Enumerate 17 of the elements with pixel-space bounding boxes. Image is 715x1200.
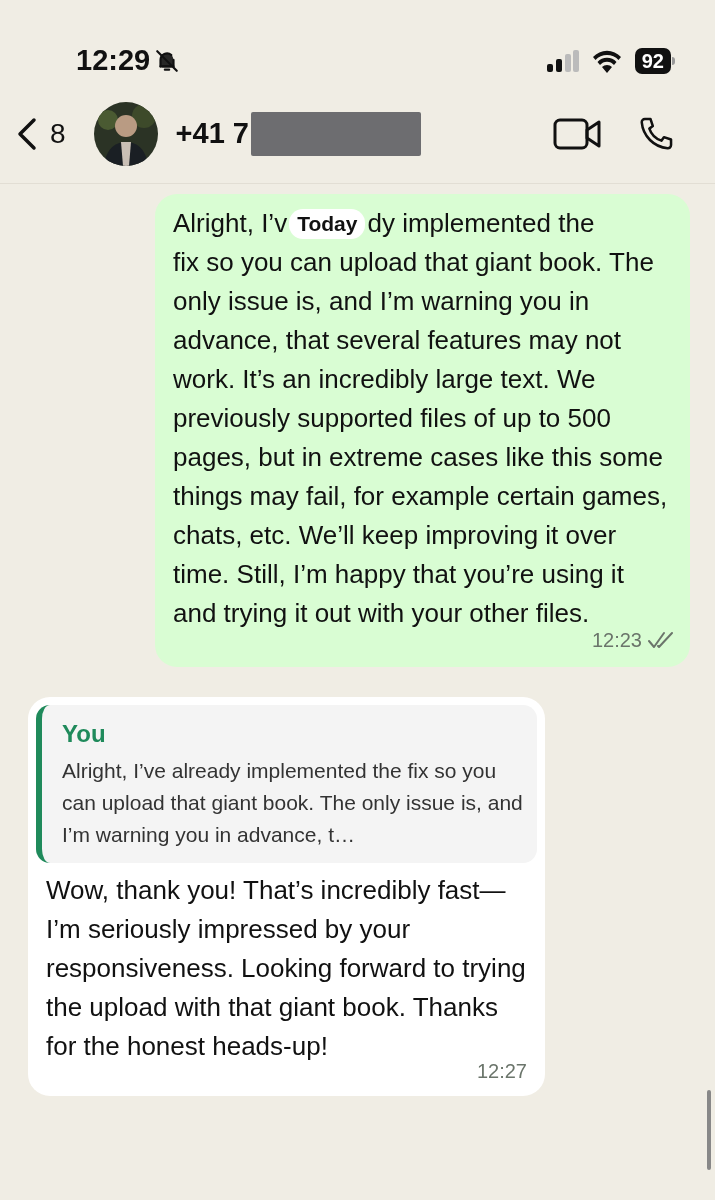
back-icon <box>16 116 38 151</box>
quote-text: Alright, I’ve already implemented the fix so you can upload that giant book. The only issue is, and I’m warning you in advance, t… <box>62 758 524 848</box>
quote-author: You <box>62 719 107 749</box>
battery-tip-icon <box>672 57 675 65</box>
back-button[interactable]: 8 <box>16 112 66 155</box>
video-call-button[interactable] <box>553 117 601 150</box>
clock-time: 12:29 <box>76 43 151 79</box>
contact-name[interactable]: +41 7 <box>175 111 249 156</box>
wifi-icon <box>590 49 623 73</box>
message-time: 12:23 <box>591 628 642 653</box>
date-pill: Today <box>289 208 366 239</box>
message-text: Alright, I’v <box>173 207 288 240</box>
battery-level: 92 <box>634 48 671 74</box>
message-text: dy implemented the <box>367 207 595 240</box>
message-text: fix so you can upload that giant book. The only issue is, and I’m warning you in advance, that several features may not work. It’s an incredibly large text. We previously supported files of up to 500 pages, but in extreme cases like this some things may fail, for example certain games, chats, etc. We’ll keep improving it over time. Still, I’m happy that you’re using it and trying it out with your other files. <box>173 246 669 630</box>
signal-icon <box>546 50 579 72</box>
quoted-message[interactable]: You Alright, I’ve already implemented the fix so you can upload that giant book. The only issue is, and I’m warning you in advance, t… <box>36 705 537 863</box>
